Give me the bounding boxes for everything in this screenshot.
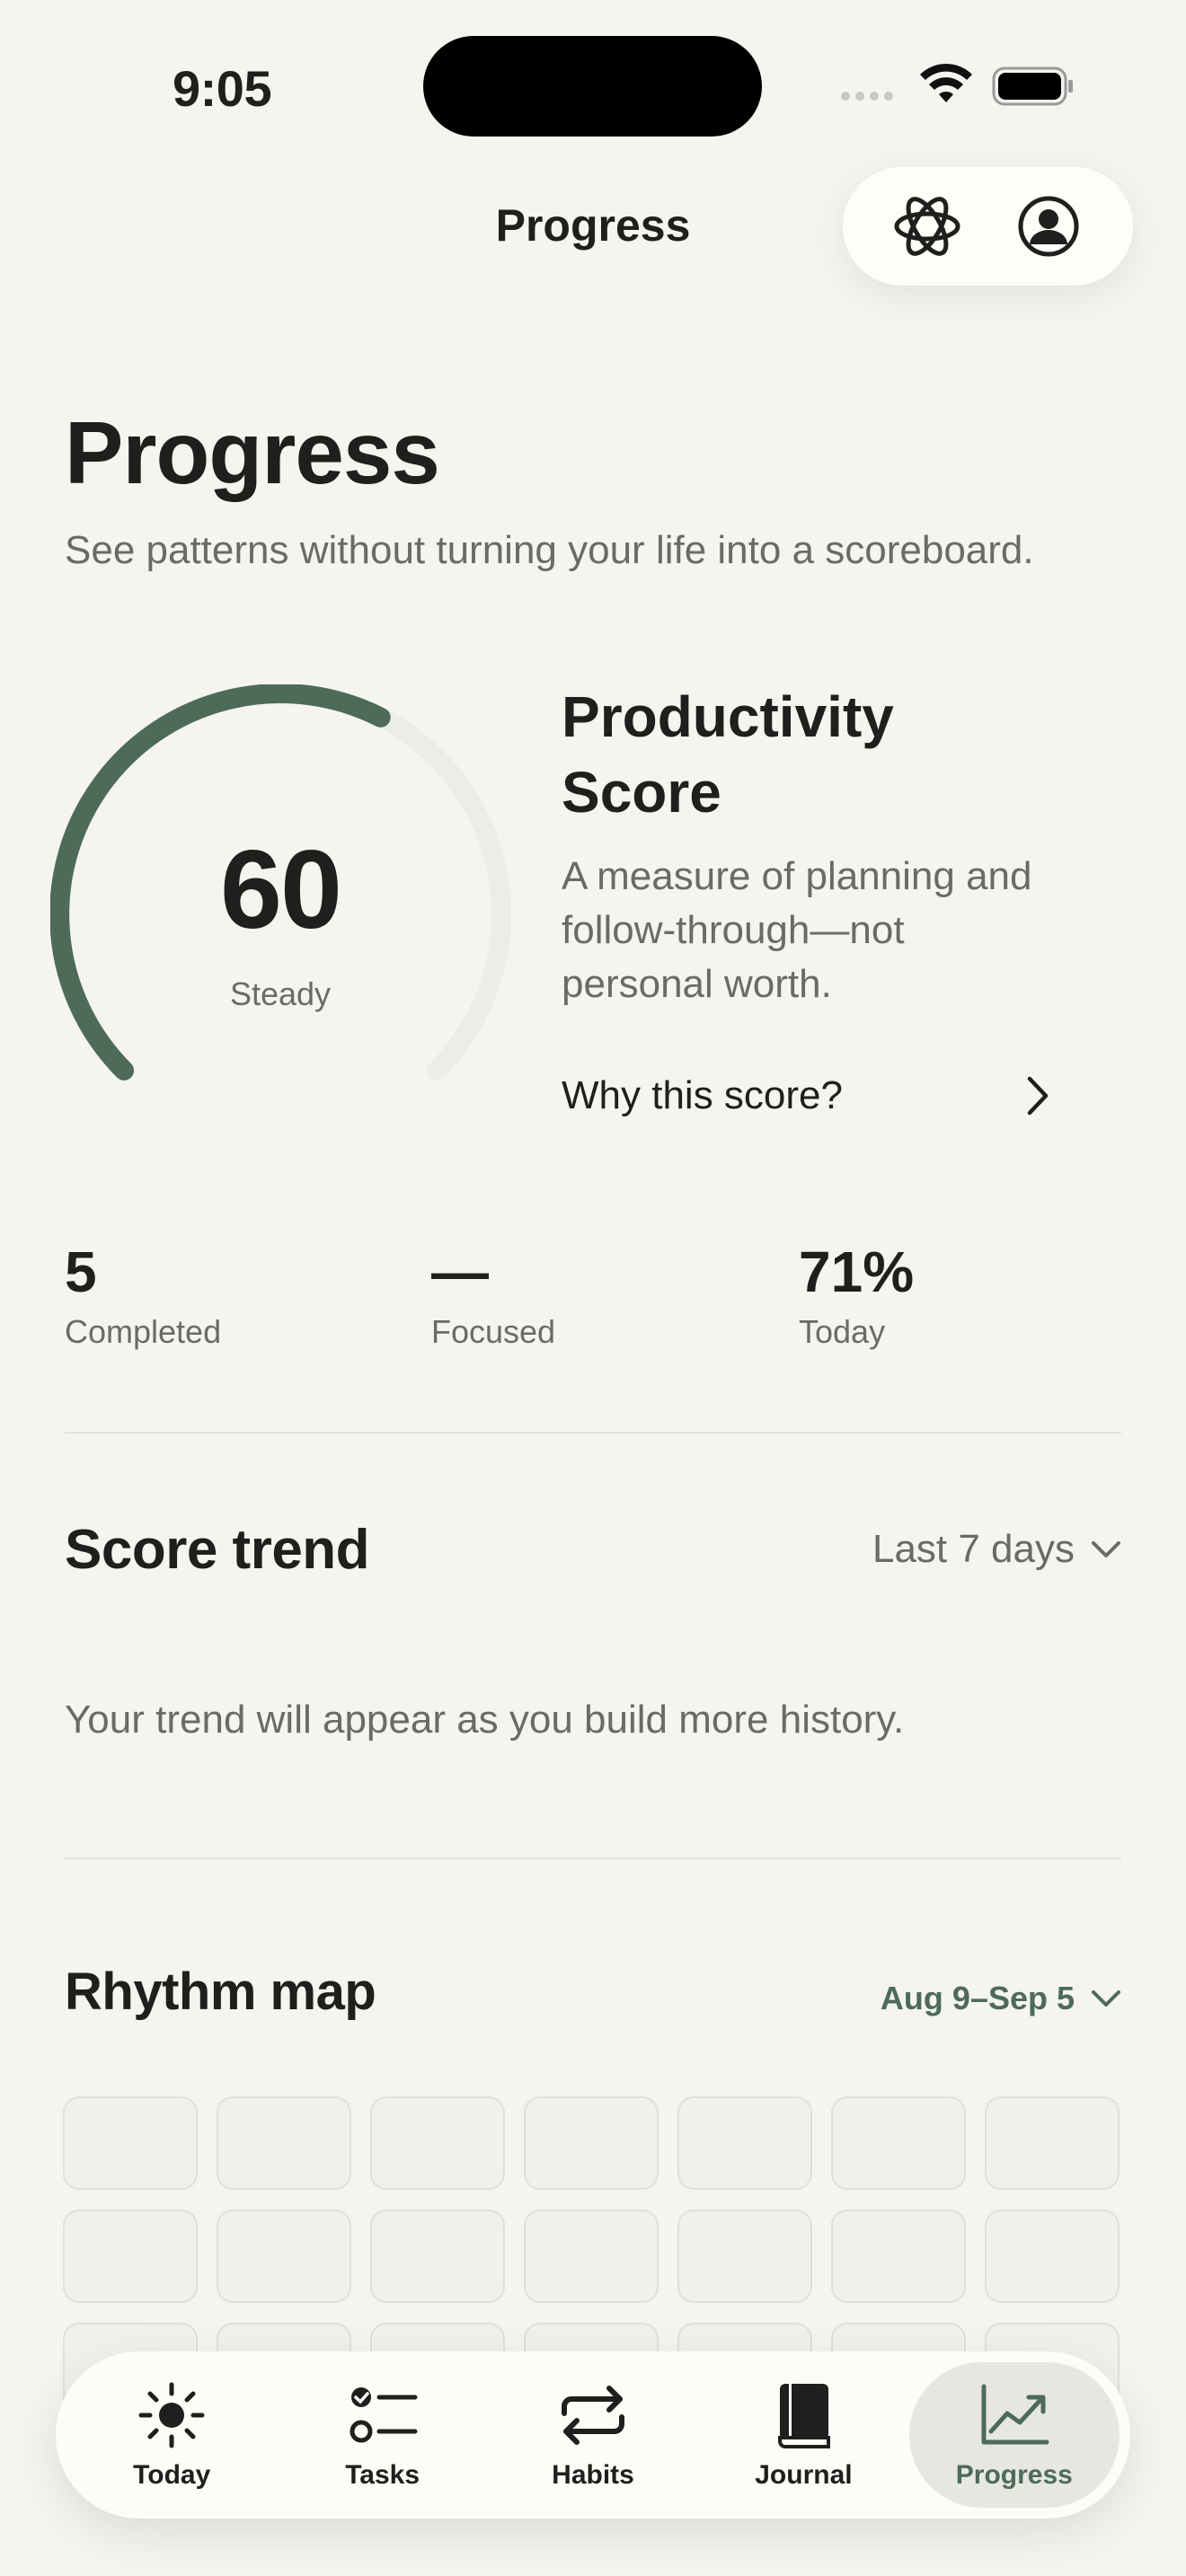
rhythm-day-cell[interactable] xyxy=(831,2210,966,2303)
tab-journal[interactable]: Journal xyxy=(698,2362,908,2508)
tab-label: Journal xyxy=(755,2460,853,2490)
rhythm-range-dropdown[interactable]: Aug 9–Sep 5 xyxy=(881,1980,1121,2017)
rhythm-day-cell[interactable] xyxy=(63,2096,198,2190)
cellular-signal-icon xyxy=(841,92,893,101)
nav-actions xyxy=(843,167,1133,286)
rhythm-day-cell[interactable] xyxy=(370,2096,505,2190)
trend-empty-message: Your trend will appear as you build more… xyxy=(65,1698,905,1742)
ai-assistant-icon[interactable] xyxy=(891,190,963,262)
score-title: Productivity Score xyxy=(562,684,894,825)
tab-label: Habits xyxy=(552,2460,634,2490)
dynamic-island xyxy=(423,36,762,137)
stat-label: Today xyxy=(799,1313,886,1350)
rhythm-day-cell[interactable] xyxy=(370,2210,505,2303)
tab-label: Today xyxy=(133,2460,211,2490)
tab-tasks[interactable]: Tasks xyxy=(277,2362,487,2508)
rhythm-day-cell[interactable] xyxy=(985,2096,1120,2190)
score-trend-title: Score trend xyxy=(65,1519,370,1581)
stat-value: 71% xyxy=(799,1239,915,1304)
tab-bar: Today Tasks Habits Journal Progress xyxy=(56,2351,1130,2519)
stat-focused: — Focused xyxy=(431,1238,555,1351)
rhythm-day-cell[interactable] xyxy=(524,2096,659,2190)
divider xyxy=(65,1857,1121,1859)
page-subtitle: See patterns without turning your life i… xyxy=(65,528,1034,572)
stat-value: — xyxy=(431,1239,489,1304)
chart-icon xyxy=(978,2379,1050,2451)
battery-icon xyxy=(992,66,1073,106)
rhythm-day-cell[interactable] xyxy=(677,2096,812,2190)
stat-value: 5 xyxy=(65,1239,97,1304)
status-time: 9:05 xyxy=(173,60,272,117)
chevron-down-icon xyxy=(1092,1541,1120,1557)
chevron-down-icon xyxy=(1092,1990,1120,2007)
rhythm-day-cell[interactable] xyxy=(524,2210,659,2303)
rhythm-day-cell[interactable] xyxy=(63,2210,198,2303)
rhythm-day-cell[interactable] xyxy=(217,2210,351,2303)
book-icon xyxy=(767,2379,839,2451)
checklist-icon xyxy=(347,2379,419,2451)
tab-progress[interactable]: Progress xyxy=(908,2362,1120,2508)
rhythm-range-label: Aug 9–Sep 5 xyxy=(880,1980,1075,2016)
rhythm-day-cell[interactable] xyxy=(985,2210,1120,2303)
tab-label: Progress xyxy=(955,2460,1073,2490)
chevron-right-icon xyxy=(1027,1076,1049,1116)
why-score-button[interactable]: Why this score? xyxy=(562,1060,1051,1132)
divider xyxy=(65,1432,1121,1434)
stat-label: Focused xyxy=(431,1313,556,1350)
rhythm-map-title: Rhythm map xyxy=(65,1963,376,2021)
rhythm-day-cell[interactable] xyxy=(831,2096,966,2190)
wifi-icon xyxy=(920,63,972,102)
tab-today[interactable]: Today xyxy=(66,2362,277,2508)
stat-label: Completed xyxy=(65,1313,222,1350)
stat-completed: 5 Completed xyxy=(65,1238,221,1351)
tab-habits[interactable]: Habits xyxy=(488,2362,698,2508)
score-value: 60 xyxy=(220,828,342,952)
rhythm-day-cell[interactable] xyxy=(677,2210,812,2303)
trend-range-label: Last 7 days xyxy=(872,1527,1075,1571)
rhythm-day-cell[interactable] xyxy=(217,2096,351,2190)
why-score-label: Why this score? xyxy=(562,1073,843,1117)
trend-range-dropdown[interactable]: Last 7 days xyxy=(872,1527,1121,1572)
stat-today: 71% Today xyxy=(799,1238,914,1351)
sun-icon xyxy=(136,2379,208,2451)
profile-icon[interactable] xyxy=(1013,190,1084,262)
score-status: Steady xyxy=(229,975,332,1012)
page-title: Progress xyxy=(65,403,440,502)
tab-label: Tasks xyxy=(345,2460,420,2490)
score-description: A measure of planning and follow-through… xyxy=(562,854,1032,1006)
repeat-icon xyxy=(557,2379,629,2451)
